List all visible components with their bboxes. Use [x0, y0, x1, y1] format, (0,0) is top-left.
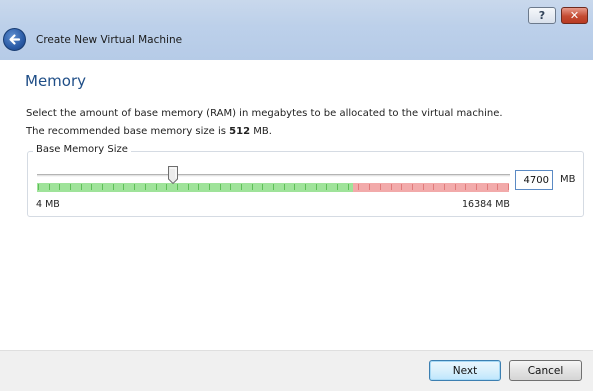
recommendation-text: The recommended base memory size is 512 …	[26, 126, 272, 137]
slider-min-label: 4 MB	[36, 199, 60, 210]
memory-unit-label: MB	[560, 174, 576, 185]
memory-size-input[interactable]	[515, 170, 553, 190]
recommendation-prefix: The recommended base memory size is	[26, 126, 230, 137]
wizard-title: Create New Virtual Machine	[36, 34, 183, 46]
button-bar	[0, 350, 593, 391]
memory-slider-track[interactable]	[37, 174, 510, 177]
memory-slider-thumb[interactable]	[168, 166, 178, 184]
page-title: Memory	[25, 72, 87, 90]
groupbox-title: Base Memory Size	[33, 144, 131, 155]
help-button[interactable]: ?	[528, 7, 556, 24]
help-icon: ?	[538, 9, 546, 22]
danger-range-band	[353, 183, 509, 192]
close-button[interactable]: ✕	[561, 7, 588, 24]
slider-max-label: 16384 MB	[462, 199, 510, 210]
back-button[interactable]	[3, 28, 26, 51]
cancel-button[interactable]: Cancel	[509, 360, 582, 381]
title-bar: Create New Virtual Machine ? ✕	[0, 0, 593, 60]
back-arrow-icon	[9, 34, 21, 45]
close-icon: ✕	[569, 9, 580, 22]
recommended-value: 512	[229, 126, 251, 137]
description-text: Select the amount of base memory (RAM) i…	[26, 108, 503, 119]
next-button[interactable]: Next	[429, 360, 501, 381]
memory-slider-scale	[37, 183, 509, 192]
recommendation-suffix: MB.	[250, 126, 272, 137]
